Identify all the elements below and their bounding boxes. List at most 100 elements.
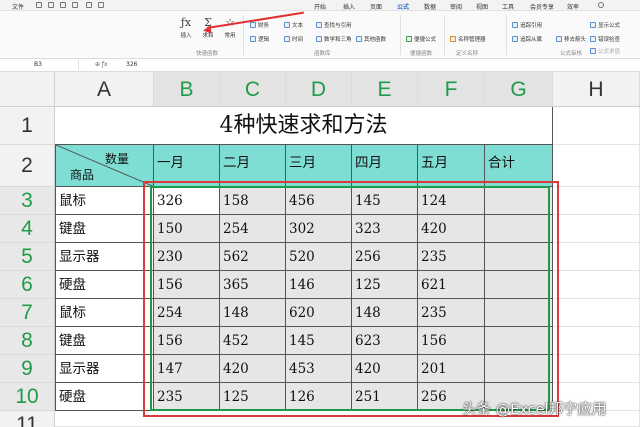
row-header-7[interactable]: 7: [0, 299, 55, 327]
cell-h5[interactable]: [553, 243, 640, 271]
value-cell[interactable]: 145: [286, 327, 352, 355]
save-icon[interactable]: [36, 2, 42, 8]
total-cell[interactable]: [485, 243, 553, 271]
value-cell[interactable]: 452: [220, 327, 286, 355]
tab-formulas[interactable]: 公式: [394, 2, 412, 14]
value-cell[interactable]: 124: [418, 187, 485, 215]
tab-home[interactable]: 开始: [314, 2, 326, 11]
column-header-h[interactable]: H: [553, 72, 640, 107]
value-cell[interactable]: 453: [286, 355, 352, 383]
value-cell[interactable]: 562: [220, 243, 286, 271]
row-header-2[interactable]: 2: [0, 145, 55, 187]
column-header-e[interactable]: E: [352, 72, 418, 107]
item-cell[interactable]: 硬盘: [55, 271, 154, 299]
value-cell[interactable]: 158: [220, 187, 286, 215]
item-cell[interactable]: 显示器: [55, 243, 154, 271]
active-cell[interactable]: 326: [154, 187, 220, 215]
value-cell[interactable]: 156: [154, 327, 220, 355]
value-cell[interactable]: 148: [352, 299, 418, 327]
text-button[interactable]: 文本: [284, 21, 303, 29]
value-cell[interactable]: 251: [352, 383, 418, 411]
insert-function-button[interactable]: ƒx 插入: [178, 17, 194, 40]
item-cell[interactable]: 硬盘: [55, 383, 154, 411]
value-cell[interactable]: 156: [418, 327, 485, 355]
value-cell[interactable]: 365: [220, 271, 286, 299]
total-cell[interactable]: [485, 327, 553, 355]
tab-efficiency[interactable]: 效率: [567, 2, 579, 11]
item-cell[interactable]: 鼠标: [55, 187, 154, 215]
value-cell[interactable]: 254: [154, 299, 220, 327]
total-cell[interactable]: [485, 355, 553, 383]
value-cell[interactable]: 520: [286, 243, 352, 271]
math-button[interactable]: 数学和三角: [316, 35, 352, 43]
item-cell[interactable]: 键盘: [55, 215, 154, 243]
tab-tools[interactable]: 工具: [502, 2, 514, 11]
column-header-g[interactable]: G: [485, 72, 553, 107]
value-cell[interactable]: 146: [286, 271, 352, 299]
tab-view[interactable]: 视图: [476, 2, 488, 11]
formula-input[interactable]: 326: [126, 60, 137, 70]
lookup-button[interactable]: 查找与引用: [316, 21, 352, 29]
name-box[interactable]: B3: [4, 60, 79, 70]
value-cell[interactable]: 620: [286, 299, 352, 327]
finance-button[interactable]: 财务: [250, 21, 269, 29]
export-icon[interactable]: [48, 2, 54, 8]
value-cell[interactable]: 230: [154, 243, 220, 271]
value-cell[interactable]: 456: [286, 187, 352, 215]
trace-dependents-button[interactable]: 追踪从属: [512, 35, 542, 43]
select-all-corner[interactable]: [0, 72, 55, 107]
other-functions-button[interactable]: 其他函数: [356, 35, 386, 43]
time-button[interactable]: 时间: [284, 35, 303, 43]
diagonal-header-cell[interactable]: 数量 商品: [55, 145, 155, 187]
row-header-3[interactable]: 3: [0, 187, 55, 215]
tab-data[interactable]: 数据: [424, 2, 436, 11]
value-cell[interactable]: 201: [418, 355, 485, 383]
cell-h6[interactable]: [553, 271, 640, 299]
fx-icon[interactable]: ⊕ ƒx: [95, 60, 108, 70]
value-cell[interactable]: 621: [418, 271, 485, 299]
value-cell[interactable]: 254: [220, 215, 286, 243]
value-cell[interactable]: 235: [154, 383, 220, 411]
remove-arrows-button[interactable]: 移去箭头: [556, 35, 586, 43]
cell-h1[interactable]: [553, 107, 640, 145]
item-cell[interactable]: 键盘: [55, 327, 154, 355]
value-cell[interactable]: 156: [154, 271, 220, 299]
trace-precedents-button[interactable]: 追踪引用: [512, 21, 542, 29]
show-formulas-button[interactable]: 显示公式: [590, 21, 620, 29]
row-header-9[interactable]: 9: [0, 355, 55, 383]
value-cell[interactable]: 302: [286, 215, 352, 243]
cell-h8[interactable]: [553, 327, 640, 355]
tab-page[interactable]: 页面: [370, 2, 382, 11]
row-header-10[interactable]: 10: [0, 383, 55, 411]
value-cell[interactable]: 126: [286, 383, 352, 411]
cell-h7[interactable]: [553, 299, 640, 327]
print-icon[interactable]: [60, 2, 66, 8]
header-cell[interactable]: 二月: [220, 145, 286, 187]
common-functions-button[interactable]: ☆ 常用: [222, 17, 238, 40]
value-cell[interactable]: 323: [352, 215, 418, 243]
item-cell[interactable]: 鼠标: [55, 299, 154, 327]
value-cell[interactable]: 623: [352, 327, 418, 355]
file-menu[interactable]: 文件: [12, 2, 24, 11]
header-cell[interactable]: 四月: [352, 145, 418, 187]
undo-icon[interactable]: [86, 2, 92, 8]
logic-button[interactable]: 逻辑: [250, 35, 269, 43]
cell-h4[interactable]: [553, 215, 640, 243]
row-header-5[interactable]: 5: [0, 243, 55, 271]
value-cell[interactable]: 235: [418, 243, 485, 271]
column-header-d[interactable]: D: [286, 72, 352, 107]
row-header-8[interactable]: 8: [0, 327, 55, 355]
value-cell[interactable]: 150: [154, 215, 220, 243]
value-cell[interactable]: 420: [220, 355, 286, 383]
quick-formula-button[interactable]: 便捷公式: [406, 35, 436, 43]
total-cell[interactable]: [485, 299, 553, 327]
redo-icon[interactable]: [98, 2, 104, 8]
row-header-6[interactable]: 6: [0, 271, 55, 299]
value-cell[interactable]: 125: [352, 271, 418, 299]
row-header-4[interactable]: 4: [0, 215, 55, 243]
error-check-button[interactable]: 错误检查: [590, 35, 620, 43]
search-icon[interactable]: [598, 2, 604, 8]
column-header-a[interactable]: A: [55, 72, 154, 107]
total-cell[interactable]: [485, 271, 553, 299]
value-cell[interactable]: 420: [418, 215, 485, 243]
